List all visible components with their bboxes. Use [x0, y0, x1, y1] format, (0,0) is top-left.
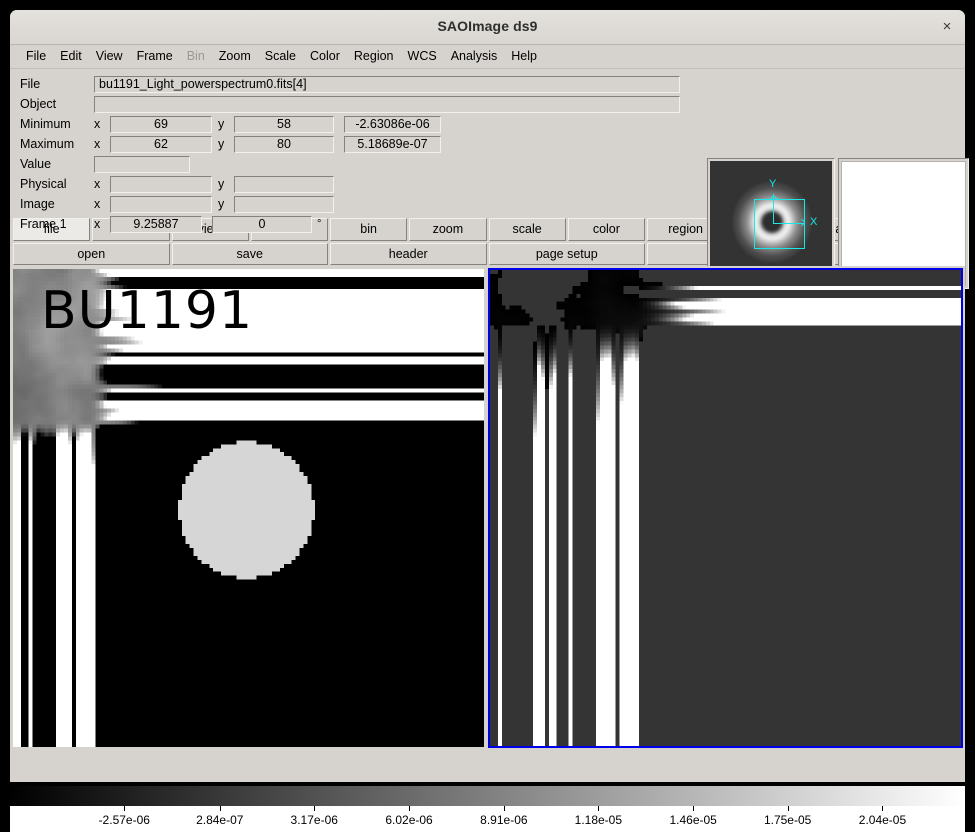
- colorbar-tick: [693, 806, 694, 811]
- frame-x-label: x: [94, 217, 110, 231]
- menu-scale[interactable]: Scale: [258, 45, 303, 68]
- menu-help[interactable]: Help: [504, 45, 544, 68]
- file-field[interactable]: bu1191_Light_powerspectrum0.fits[4]: [94, 76, 680, 93]
- maximum-y-label: y: [218, 137, 234, 151]
- window-title: SAOImage ds9: [10, 10, 965, 43]
- menu-view[interactable]: View: [89, 45, 130, 68]
- menu-region[interactable]: Region: [347, 45, 401, 68]
- menu-bin: Bin: [180, 45, 212, 68]
- colorbar-tick-label: 3.17e-06: [291, 813, 338, 827]
- value-field[interactable]: [94, 156, 190, 173]
- menu-color[interactable]: Color: [303, 45, 347, 68]
- degree-symbol: °: [312, 218, 321, 230]
- frame-1-canvas[interactable]: [13, 269, 484, 747]
- panner-viewbox[interactable]: [754, 199, 805, 249]
- colorbar-tick-label: 1.18e-05: [575, 813, 622, 827]
- physical-y-label: y: [218, 177, 234, 191]
- info-row-frame: Frame 1 x 9.25887 0 °: [20, 214, 700, 234]
- minimum-value-field[interactable]: -2.63086e-06: [344, 116, 441, 133]
- info-row-physical: Physical x y: [20, 174, 700, 194]
- maximum-x-field[interactable]: 62: [110, 136, 212, 153]
- info-panel: File bu1191_Light_powerspectrum0.fits[4]…: [10, 69, 965, 217]
- minimum-y-label: y: [218, 117, 234, 131]
- image-y-field[interactable]: [234, 196, 334, 213]
- info-row-minimum: Minimum x 69 y 58 -2.63086e-06: [20, 114, 700, 134]
- frame-2-canvas[interactable]: [490, 270, 961, 746]
- compass-x-label: X: [810, 216, 817, 228]
- frame-label: Frame 1: [20, 217, 94, 231]
- colorbar-tick: [314, 806, 315, 811]
- colorbar-tick-label: 6.02e-06: [385, 813, 432, 827]
- minimum-label: Minimum: [20, 117, 94, 131]
- colorbar-tick-label: 2.84e-07: [196, 813, 243, 827]
- colorbar-tick: [882, 806, 883, 811]
- colorbar-tick: [220, 806, 221, 811]
- image-x-field[interactable]: [110, 196, 212, 213]
- physical-y-field[interactable]: [234, 176, 334, 193]
- frame-container: BU1191: [10, 266, 965, 750]
- menu-wcs[interactable]: WCS: [401, 45, 444, 68]
- button-save[interactable]: save: [172, 243, 329, 265]
- maximum-x-label: x: [94, 137, 110, 151]
- info-row-object: Object: [20, 94, 700, 114]
- colorbar-gradient[interactable]: [10, 786, 965, 806]
- compass-y-label: Y: [769, 178, 776, 190]
- info-row-value: Value: [20, 154, 700, 174]
- physical-label: Physical: [20, 177, 94, 191]
- maximum-value-field[interactable]: 5.18689e-07: [344, 136, 441, 153]
- colorbar-tick: [409, 806, 410, 811]
- frame-rotation-field[interactable]: 0: [212, 216, 312, 233]
- colorbar-tick: [124, 806, 125, 811]
- menu-analysis[interactable]: Analysis: [444, 45, 505, 68]
- image-frame-2[interactable]: [488, 268, 963, 748]
- value-label: Value: [20, 157, 94, 171]
- info-row-image: Image x y: [20, 194, 700, 214]
- image-x-label: x: [94, 197, 110, 211]
- menu-zoom[interactable]: Zoom: [212, 45, 258, 68]
- info-row-maximum: Maximum x 62 y 80 5.18689e-07: [20, 134, 700, 154]
- image-y-label: y: [218, 197, 234, 211]
- colorbar-tick-label: -2.57e-06: [99, 813, 150, 827]
- menu-file[interactable]: File: [19, 45, 53, 68]
- button-open[interactable]: open: [13, 243, 170, 265]
- colorbar-tick-label: 2.04e-05: [859, 813, 906, 827]
- image-frame-1[interactable]: BU1191: [12, 268, 485, 748]
- info-grid: File bu1191_Light_powerspectrum0.fits[4]…: [20, 74, 700, 234]
- ds9-window: SAOImage ds9 × FileEditViewFrameBinZoomS…: [10, 10, 965, 782]
- physical-x-field[interactable]: [110, 176, 212, 193]
- maximum-label: Maximum: [20, 137, 94, 151]
- colorbar-tick: [788, 806, 789, 811]
- file-label: File: [20, 77, 94, 91]
- minimum-x-field[interactable]: 69: [110, 116, 212, 133]
- colorbar[interactable]: -2.57e-06 2.84e-07 3.17e-06 6.02e-06 8.91e-0…: [10, 786, 965, 832]
- compass-y-axis: [773, 194, 774, 224]
- frame-zoom-field[interactable]: 9.25887: [110, 216, 202, 233]
- minimum-y-field[interactable]: 58: [234, 116, 334, 133]
- object-field[interactable]: [94, 96, 680, 113]
- colorbar-tick-label: 1.46e-05: [669, 813, 716, 827]
- colorbar-tick: [598, 806, 599, 811]
- button-page-setup[interactable]: page setup: [489, 243, 646, 265]
- menu-edit[interactable]: Edit: [53, 45, 89, 68]
- info-row-file: File bu1191_Light_powerspectrum0.fits[4]: [20, 74, 700, 94]
- colorbar-tick-label: 1.75e-05: [764, 813, 811, 827]
- colorbar-tick: [504, 806, 505, 811]
- minimum-x-label: x: [94, 117, 110, 131]
- colorbar-tick-label: 8.91e-06: [480, 813, 527, 827]
- close-icon[interactable]: ×: [935, 15, 959, 39]
- physical-x-label: x: [94, 177, 110, 191]
- title-bar: SAOImage ds9 ×: [10, 10, 965, 45]
- object-label: Object: [20, 97, 94, 111]
- image-label: Image: [20, 197, 94, 211]
- maximum-y-field[interactable]: 80: [234, 136, 334, 153]
- compass-x-axis: [773, 223, 805, 224]
- menu-bar: FileEditViewFrameBinZoomScaleColorRegion…: [10, 45, 965, 69]
- button-header[interactable]: header: [330, 243, 487, 265]
- menu-frame[interactable]: Frame: [130, 45, 180, 68]
- colorbar-ticks: -2.57e-06 2.84e-07 3.17e-06 6.02e-06 8.91e-0…: [10, 806, 965, 832]
